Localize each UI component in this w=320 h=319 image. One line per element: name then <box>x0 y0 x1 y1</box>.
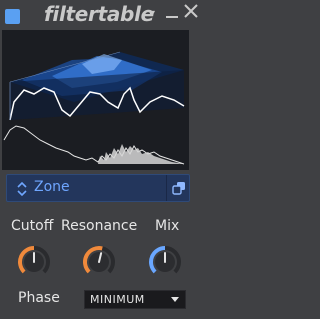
up-down-arrows-icon[interactable] <box>17 181 27 197</box>
phase-label: Phase <box>18 290 60 306</box>
close-icon <box>184 4 198 18</box>
spectrum-display <box>3 125 185 165</box>
title-bar: filtertable ▾ <box>0 0 203 32</box>
filter-surface-3d <box>9 51 185 121</box>
zone-selector[interactable]: Zone <box>6 174 190 202</box>
app-title: filtertable <box>44 2 154 26</box>
mix-knob[interactable] <box>147 244 183 280</box>
cutoff-knob[interactable] <box>16 244 52 280</box>
resonance-label: Resonance <box>61 218 138 234</box>
copy-icon[interactable] <box>172 181 186 195</box>
minimize-button[interactable] <box>164 2 180 22</box>
resonance-knob[interactable] <box>81 244 117 280</box>
zone-divider <box>166 175 167 201</box>
app-icon[interactable] <box>5 9 20 24</box>
zone-label: Zone <box>34 179 70 195</box>
title-dropdown-icon[interactable]: ▾ <box>150 8 155 19</box>
filter-visualizer[interactable] <box>2 30 189 170</box>
close-button[interactable] <box>183 3 199 19</box>
mix-label: Mix <box>155 218 180 234</box>
cutoff-label: Cutoff <box>11 218 54 234</box>
phase-select[interactable]: MINIMUM <box>84 290 186 309</box>
phase-value: MINIMUM <box>90 293 145 306</box>
dropdown-arrow-icon <box>171 297 179 302</box>
